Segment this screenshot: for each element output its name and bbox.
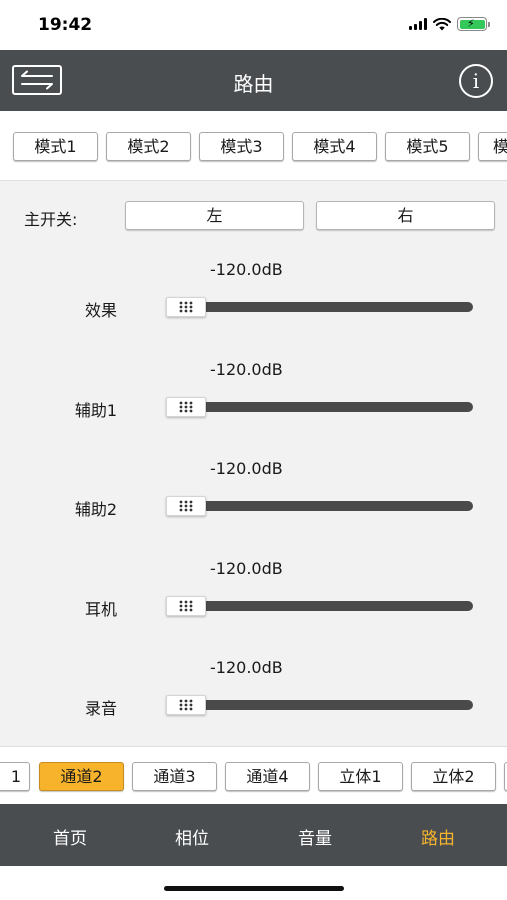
slider-value-aux1: -120.0dB <box>210 360 283 379</box>
slider-thumb-effect[interactable] <box>166 297 206 317</box>
cellular-signal-icon <box>409 18 427 30</box>
slider-label-aux1: 辅助1 <box>74 401 117 420</box>
slider-value-aux2: -120.0dB <box>210 459 283 478</box>
channel-button-3[interactable]: 通道3 <box>132 762 217 791</box>
tab-bar: 首页 相位 音量 路由 <box>0 804 507 866</box>
slider-track-aux2[interactable] <box>168 501 473 511</box>
status-bar: 19:42 ⚡ <box>0 0 507 50</box>
master-left-button[interactable]: 左 <box>125 201 304 230</box>
routing-panel: 主开关: 左 右 -120.0dB 效果 -120.0dB 辅助1 -120.0… <box>0 181 507 746</box>
channel-button-4[interactable]: 通道4 <box>225 762 310 791</box>
slider-value-effect: -120.0dB <box>210 260 283 279</box>
mode-button-1[interactable]: 模式1 <box>13 132 98 161</box>
channel-button-1[interactable]: 1 <box>0 762 30 791</box>
slider-thumb-headphone[interactable] <box>166 596 206 616</box>
tab-home[interactable]: 首页 <box>20 824 120 849</box>
mode-selector: 模式1 模式2 模式3 模式4 模式5 模 <box>0 111 507 181</box>
slider-track-aux1[interactable] <box>168 402 473 412</box>
tab-routing[interactable]: 路由 <box>388 824 488 849</box>
mode-button-6[interactable]: 模 <box>478 132 507 161</box>
home-indicator-area <box>0 866 507 900</box>
mode-button-4[interactable]: 模式4 <box>292 132 377 161</box>
info-icon: i <box>472 69 480 93</box>
slider-track-effect[interactable] <box>168 302 473 312</box>
tab-volume[interactable]: 音量 <box>265 824 365 849</box>
slider-value-headphone: -120.0dB <box>210 559 283 578</box>
wifi-icon <box>433 17 451 30</box>
master-right-button[interactable]: 右 <box>316 201 495 230</box>
channel-button-2[interactable]: 通道2 <box>39 762 124 791</box>
grip-icon <box>179 301 193 313</box>
slider-label-aux2: 辅助2 <box>74 500 117 519</box>
grip-icon <box>179 699 193 711</box>
slider-label-headphone: 耳机 <box>84 600 117 619</box>
status-icons: ⚡ <box>409 17 490 31</box>
header-bar: 路由 i <box>0 50 507 111</box>
home-indicator[interactable] <box>164 886 344 891</box>
grip-icon <box>179 500 193 512</box>
status-time: 19:42 <box>38 15 93 35</box>
grip-icon <box>179 401 193 413</box>
mode-button-5[interactable]: 模式5 <box>385 132 470 161</box>
info-button[interactable]: i <box>459 64 493 98</box>
page-title: 路由 <box>233 72 274 96</box>
slider-track-record[interactable] <box>168 700 473 710</box>
master-switch-label: 主开关: <box>24 210 78 229</box>
stereo-button-2[interactable]: 立体2 <box>411 762 496 791</box>
slider-label-record: 录音 <box>84 699 117 718</box>
slider-track-headphone[interactable] <box>168 601 473 611</box>
mode-button-2[interactable]: 模式2 <box>106 132 191 161</box>
slider-thumb-aux1[interactable] <box>166 397 206 417</box>
battery-charging-icon: ⚡ <box>457 17 490 31</box>
slider-thumb-record[interactable] <box>166 695 206 715</box>
channel-selector: 1 通道2 通道3 通道4 立体1 立体2 <box>0 746 507 804</box>
tab-phase[interactable]: 相位 <box>142 824 242 849</box>
mode-button-3[interactable]: 模式3 <box>199 132 284 161</box>
stereo-button-1[interactable]: 立体1 <box>318 762 403 791</box>
grip-icon <box>179 600 193 612</box>
slider-label-effect: 效果 <box>84 301 117 320</box>
slider-value-record: -120.0dB <box>210 658 283 677</box>
slider-thumb-aux2[interactable] <box>166 496 206 516</box>
